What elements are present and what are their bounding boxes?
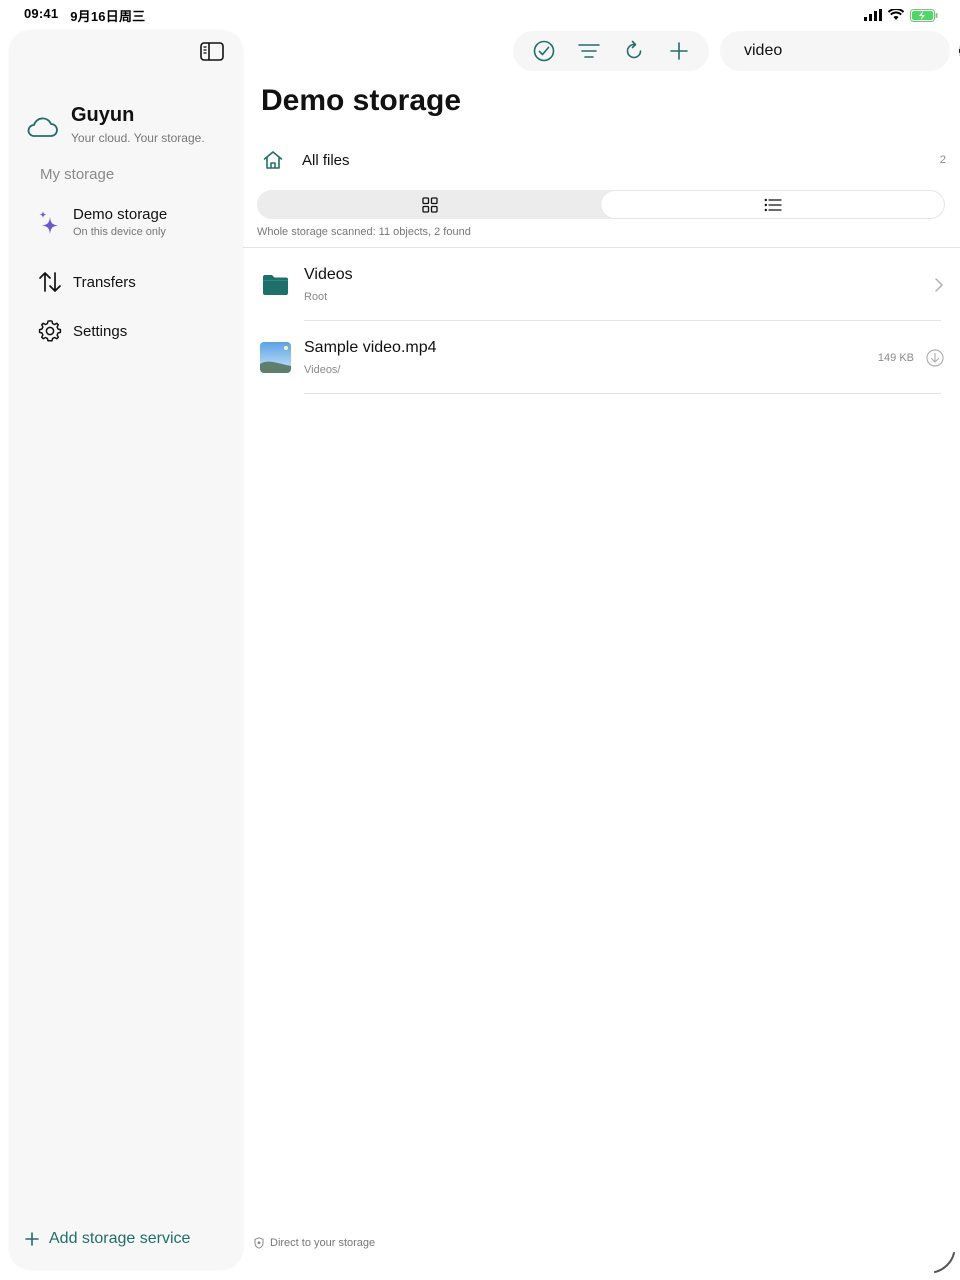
chevron-right-icon	[935, 277, 943, 292]
list-item-videos-folder[interactable]: Videos Root	[260, 248, 944, 321]
refresh-icon	[626, 40, 641, 59]
item-path: Root	[304, 291, 328, 303]
add-storage-label: Add storage service	[49, 1230, 191, 1247]
refresh-button[interactable]	[619, 36, 649, 66]
filter-button[interactable]	[574, 36, 604, 66]
sidebar-item-settings[interactable]: Settings	[37, 318, 127, 344]
item-name: Videos	[304, 266, 353, 283]
wifi-icon	[888, 9, 904, 20]
list-item-sample-video[interactable]: Sample video.mp4 Videos/ 149 KB	[260, 321, 944, 394]
arrows-up-down-icon	[39, 272, 61, 292]
shield-icon	[254, 1237, 264, 1249]
grid-icon	[421, 196, 438, 213]
plus-icon	[25, 1232, 39, 1246]
footer-note: Direct to your storage	[254, 1237, 375, 1249]
all-files-count: 2	[939, 154, 946, 166]
list-icon	[764, 198, 782, 211]
video-thumbnail	[260, 342, 291, 373]
divider	[304, 393, 941, 394]
brand: Guyun Your cloud. Your storage.	[25, 104, 205, 145]
sparkles-icon	[39, 211, 58, 234]
sidebar-toggle-button[interactable]	[199, 40, 225, 62]
sidebar: Guyun Your cloud. Your storage. My stora…	[9, 30, 243, 1270]
search-bar	[720, 31, 960, 71]
home-icon	[263, 151, 283, 169]
page-title: Demo storage	[261, 84, 462, 117]
cloud-icon	[27, 117, 58, 137]
search-input[interactable]	[744, 42, 951, 60]
sidebar-toggle-icon	[200, 41, 224, 61]
sidebar-item-label: Demo storage	[73, 206, 168, 223]
brand-title: Guyun	[71, 104, 135, 126]
battery-charging-icon	[910, 8, 938, 22]
resize-handle-icon[interactable]	[932, 1250, 956, 1274]
add-storage-service-button[interactable]: Add storage service	[25, 1230, 190, 1248]
grid-view-option[interactable]	[258, 191, 601, 218]
add-button[interactable]	[664, 36, 694, 66]
brand-subtitle: Your cloud. Your storage.	[71, 131, 205, 145]
filter-lines-icon	[577, 44, 600, 58]
sidebar-item-label: Transfers	[73, 273, 136, 291]
sidebar-item-sublabel: On this device only	[73, 226, 166, 238]
status-time: 09:41	[24, 5, 59, 21]
item-path: Videos/	[304, 364, 341, 376]
sidebar-item-transfers[interactable]: Transfers	[37, 269, 136, 295]
sidebar-item-label: Settings	[73, 322, 128, 340]
sidebar-item-demo-storage[interactable]: Demo storage On this device only	[37, 206, 167, 238]
status-date: 9月16日周三	[70, 8, 146, 24]
section-label-my-storage: My storage	[40, 166, 115, 183]
select-button[interactable]	[529, 36, 559, 66]
checkmark-circle-icon	[533, 40, 554, 62]
status-bar: 09:41 9月16日周三	[0, 0, 960, 30]
list-view-option[interactable]	[601, 191, 944, 218]
scan-info: Whole storage scanned: 11 objects, 2 fou…	[257, 226, 471, 238]
gear-icon	[38, 320, 62, 342]
download-circle-icon[interactable]	[926, 348, 944, 367]
plus-icon	[669, 42, 688, 60]
item-size: 149 KB	[877, 351, 914, 364]
all-files-row[interactable]: All files 2	[262, 146, 946, 174]
folder-icon	[263, 275, 288, 295]
footer-note-text: Direct to your storage	[270, 1237, 376, 1249]
all-files-label: All files	[302, 151, 350, 169]
item-name: Sample video.mp4	[304, 339, 437, 356]
view-mode-segmented-control	[257, 190, 945, 219]
toolbar	[513, 31, 709, 71]
cellular-signal-icon	[864, 9, 882, 21]
